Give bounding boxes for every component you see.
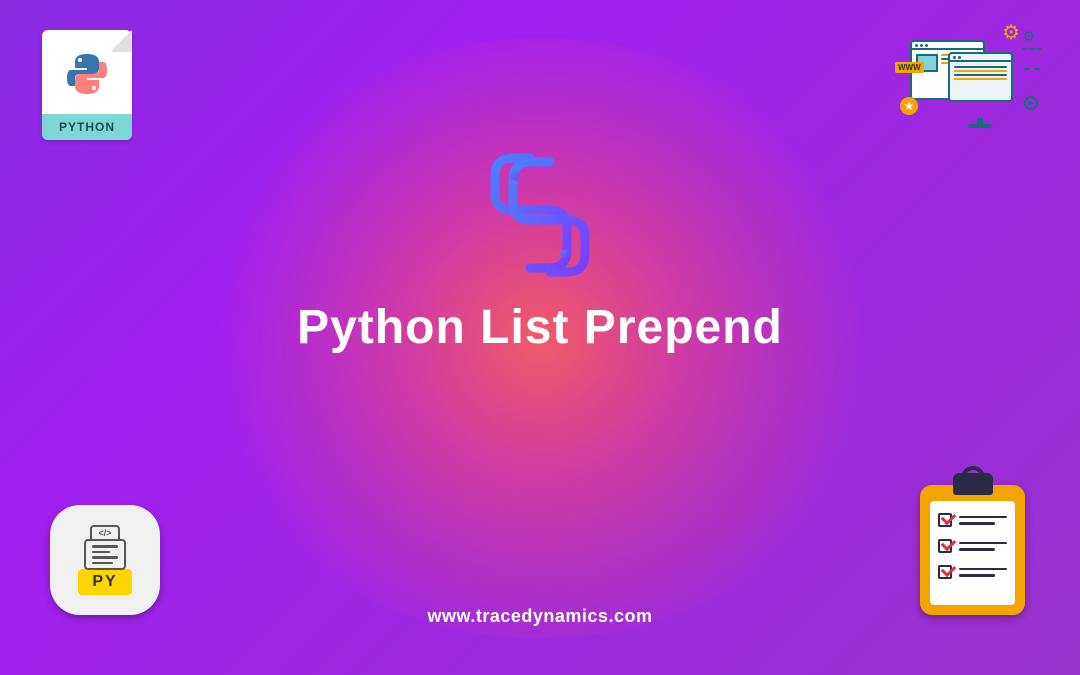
py-code-icon: </> PY (50, 505, 160, 615)
checklist-item (938, 565, 1007, 579)
python-file-label: PYTHON (42, 114, 132, 140)
check-icon (938, 513, 952, 527)
python-logo-icon (475, 150, 605, 285)
py-label: PY (78, 569, 131, 595)
checklist-item (938, 513, 1007, 527)
check-icon (938, 539, 952, 553)
checklist-item (938, 539, 1007, 553)
web-development-icon: ⚙ ⚙ (900, 20, 1040, 130)
page-title: Python List Prepend (297, 300, 783, 355)
python-file-icon: PYTHON (42, 30, 132, 140)
checklist-clipboard-icon (920, 485, 1025, 615)
www-label: WWW (895, 62, 924, 73)
website-url: www.tracedynamics.com (428, 606, 653, 627)
check-icon (938, 565, 952, 579)
code-symbol: </> (90, 525, 120, 539)
